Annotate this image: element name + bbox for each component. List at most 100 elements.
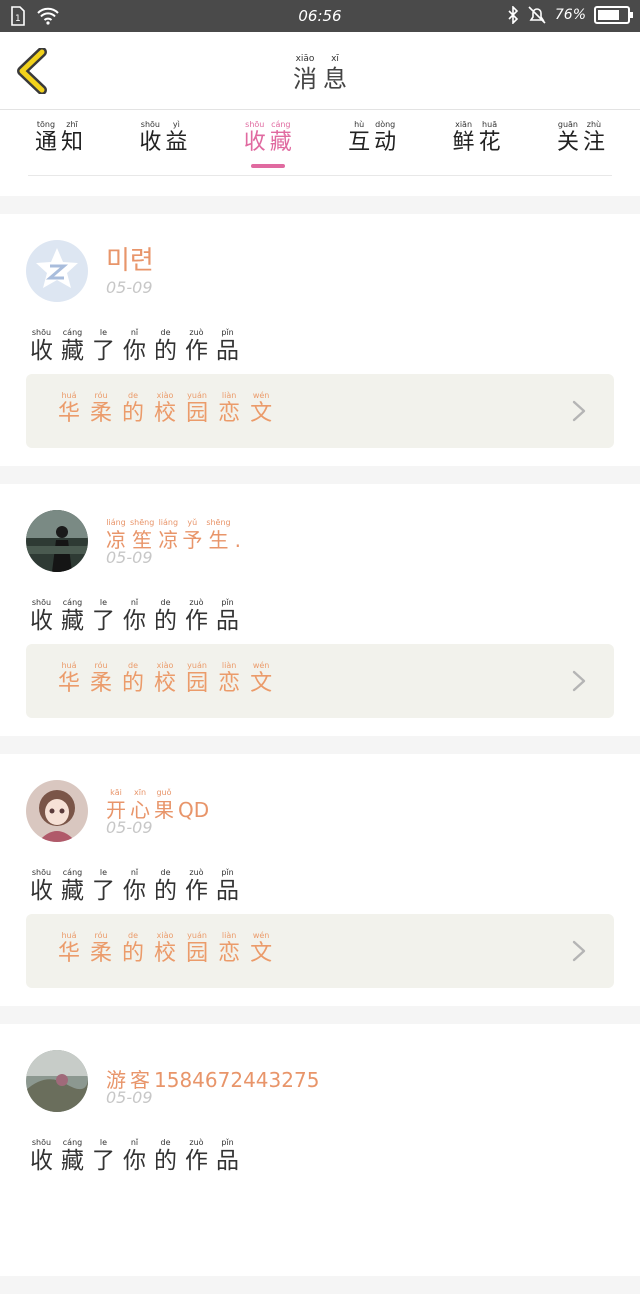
- tab-4[interactable]: xiān 鲜 huā 花: [446, 120, 508, 156]
- battery-icon: [594, 6, 633, 24]
- action-hanzi: 品: [216, 1148, 239, 1174]
- tab-label-pinyin: hù: [354, 120, 365, 129]
- tab-label-char: hù 互: [348, 120, 370, 156]
- username-pinyin: [115, 1057, 118, 1068]
- action-char: le 了: [92, 1137, 115, 1175]
- action-hanzi: 品: [216, 338, 239, 364]
- action-hanzi: 品: [216, 878, 239, 904]
- photo-avatar-person[interactable]: [26, 510, 88, 572]
- work-title-hanzi: 恋: [218, 941, 241, 966]
- action-pinyin: cáng: [62, 598, 83, 607]
- action-hanzi: 收: [30, 878, 53, 904]
- username-char: guǒ 果: [154, 787, 174, 822]
- work-title-hanzi: 柔: [90, 671, 113, 696]
- tab-label-hanzi: 益: [165, 130, 188, 155]
- notification-card[interactable]: liáng 凉 shēng 笙 liáng 凉 yǔ 予 shēng 生 . 05-09 shōu 收 c…: [0, 484, 640, 736]
- action-hanzi: 作: [185, 1148, 208, 1174]
- tab-0[interactable]: tōng 通 zhī 知: [28, 120, 90, 156]
- action-hanzi: 了: [92, 1148, 115, 1174]
- work-title-char: róu 柔: [90, 660, 112, 697]
- mute-bell-icon: [528, 6, 546, 24]
- work-title-pinyin: yuán: [187, 391, 207, 400]
- action-char: cáng 藏: [61, 867, 84, 905]
- username-char: 游: [106, 1057, 126, 1092]
- action-char: cáng 藏: [61, 1137, 84, 1175]
- username-char: xīn 心: [130, 787, 150, 822]
- action-hanzi: 作: [185, 878, 208, 904]
- notification-card[interactable]: 游 客 1584672443275 05-09 shōu 收 cáng 藏 le 了 nǐ 你 de…: [0, 1024, 640, 1276]
- action-char: nǐ 你: [123, 867, 146, 905]
- username-char: kāi 开: [106, 787, 126, 822]
- work-link[interactable]: huá 华 róu 柔 de 的 xiào 校 yuán 园 liàn 恋 wén 文: [26, 374, 614, 448]
- tab-1[interactable]: shōu 收 yì 益: [132, 120, 194, 156]
- tab-label-hanzi: 通: [34, 130, 57, 155]
- tab-2[interactable]: shōu 收 cáng 藏: [237, 120, 299, 168]
- work-title-pinyin: róu: [94, 391, 108, 400]
- work-title-hanzi: 校: [154, 941, 177, 966]
- username-pinyin: [237, 517, 240, 528]
- action-char: zuò 作: [185, 1137, 208, 1175]
- work-title-char: de 的: [122, 390, 144, 427]
- action-hanzi: 的: [154, 338, 177, 364]
- work-title-pinyin: huá: [61, 661, 77, 670]
- tab-bar: tōng 通 zhī 知 shōu 收 yì 益 shōu 收 cáng 藏 hù 互 dòng 动 xiān 鲜…: [0, 110, 640, 196]
- tab-3[interactable]: hù 互 dòng 动: [341, 120, 403, 156]
- username-char: 客: [130, 1057, 150, 1092]
- tab-label-char: zhù 注: [583, 120, 605, 156]
- tab-label-hanzi: 收: [243, 130, 266, 155]
- title-pinyin: xiāo: [295, 54, 315, 64]
- notification-date: 05-09: [106, 278, 153, 297]
- notification-date: 05-09: [106, 548, 153, 567]
- work-title-hanzi: 的: [122, 941, 145, 966]
- action-pinyin: zuò: [189, 1138, 204, 1147]
- tab-label-pinyin: zhù: [586, 120, 602, 129]
- action-text: shōu 收 cáng 藏 le 了 nǐ 你 de 的 zuò 作 pǐn 品: [30, 590, 239, 635]
- username-hanzi: .: [234, 528, 241, 552]
- work-title-pinyin: róu: [94, 931, 108, 940]
- username-char: 1584672443275: [154, 1057, 319, 1092]
- work-title-pinyin: de: [128, 661, 139, 670]
- tab-5[interactable]: guān 关 zhù 注: [550, 120, 612, 156]
- action-char: zuò 作: [185, 327, 208, 365]
- username[interactable]: 游 客 1584672443275: [106, 1046, 319, 1092]
- action-char: shōu 收: [30, 597, 53, 635]
- title-char: xī 息: [323, 54, 347, 93]
- action-char: zuò 作: [185, 597, 208, 635]
- username-pinyin: liáng: [158, 518, 179, 527]
- anime-girl-avatar[interactable]: [26, 780, 88, 842]
- tab-label-char: zhī 知: [61, 120, 83, 156]
- action-hanzi: 的: [154, 608, 177, 634]
- action-char: nǐ 你: [123, 1137, 146, 1175]
- username-hanzi: 1584672443275: [154, 1068, 320, 1092]
- username[interactable]: liáng 凉 shēng 笙 liáng 凉 yǔ 予 shēng 生 .: [106, 506, 241, 552]
- username[interactable]: kāi 开 xīn 心 guǒ 果 QD: [106, 776, 209, 822]
- qq-default-avatar-icon[interactable]: [26, 240, 88, 302]
- work-title-hanzi: 恋: [218, 401, 241, 426]
- action-hanzi: 收: [30, 338, 53, 364]
- action-hanzi: 作: [185, 338, 208, 364]
- action-char: pǐn 品: [216, 867, 239, 905]
- landscape-avatar[interactable]: [26, 1050, 88, 1112]
- action-pinyin: de: [160, 328, 171, 337]
- work-title-hanzi: 文: [250, 941, 273, 966]
- action-pinyin: de: [160, 1138, 171, 1147]
- work-title-pinyin: de: [128, 391, 139, 400]
- username-hanzi: 果: [154, 798, 174, 822]
- username-char: liáng 凉: [106, 517, 126, 552]
- action-hanzi: 了: [92, 338, 115, 364]
- work-title-pinyin: yuán: [187, 931, 207, 940]
- username[interactable]: 미련: [106, 240, 154, 277]
- username-pinyin: [139, 1057, 142, 1068]
- notification-card[interactable]: kāi 开 xīn 心 guǒ 果 QD 05-09 shōu 收 cáng 藏 le 了 nǐ 你 de 的 z…: [0, 754, 640, 1006]
- notification-card[interactable]: 미련 05-09 shōu 收 cáng 藏 le 了 nǐ 你 de 的 zuò 作 pǐn 品 huá 华 ró…: [0, 214, 640, 466]
- work-title-pinyin: wén: [252, 931, 270, 940]
- work-title-pinyin: liàn: [221, 661, 237, 670]
- work-title-char: wén 文: [250, 660, 272, 697]
- tab-label-hanzi: 收: [139, 130, 162, 155]
- action-pinyin: zuò: [189, 868, 204, 877]
- work-link[interactable]: huá 华 róu 柔 de 的 xiào 校 yuán 园 liàn 恋 wén 文: [26, 914, 614, 988]
- work-title-pinyin: xiào: [156, 391, 174, 400]
- work-title-char: liàn 恋: [218, 930, 240, 967]
- work-link[interactable]: huá 华 róu 柔 de 的 xiào 校 yuán 园 liàn 恋 wén 文: [26, 644, 614, 718]
- work-title-char: liàn 恋: [218, 660, 240, 697]
